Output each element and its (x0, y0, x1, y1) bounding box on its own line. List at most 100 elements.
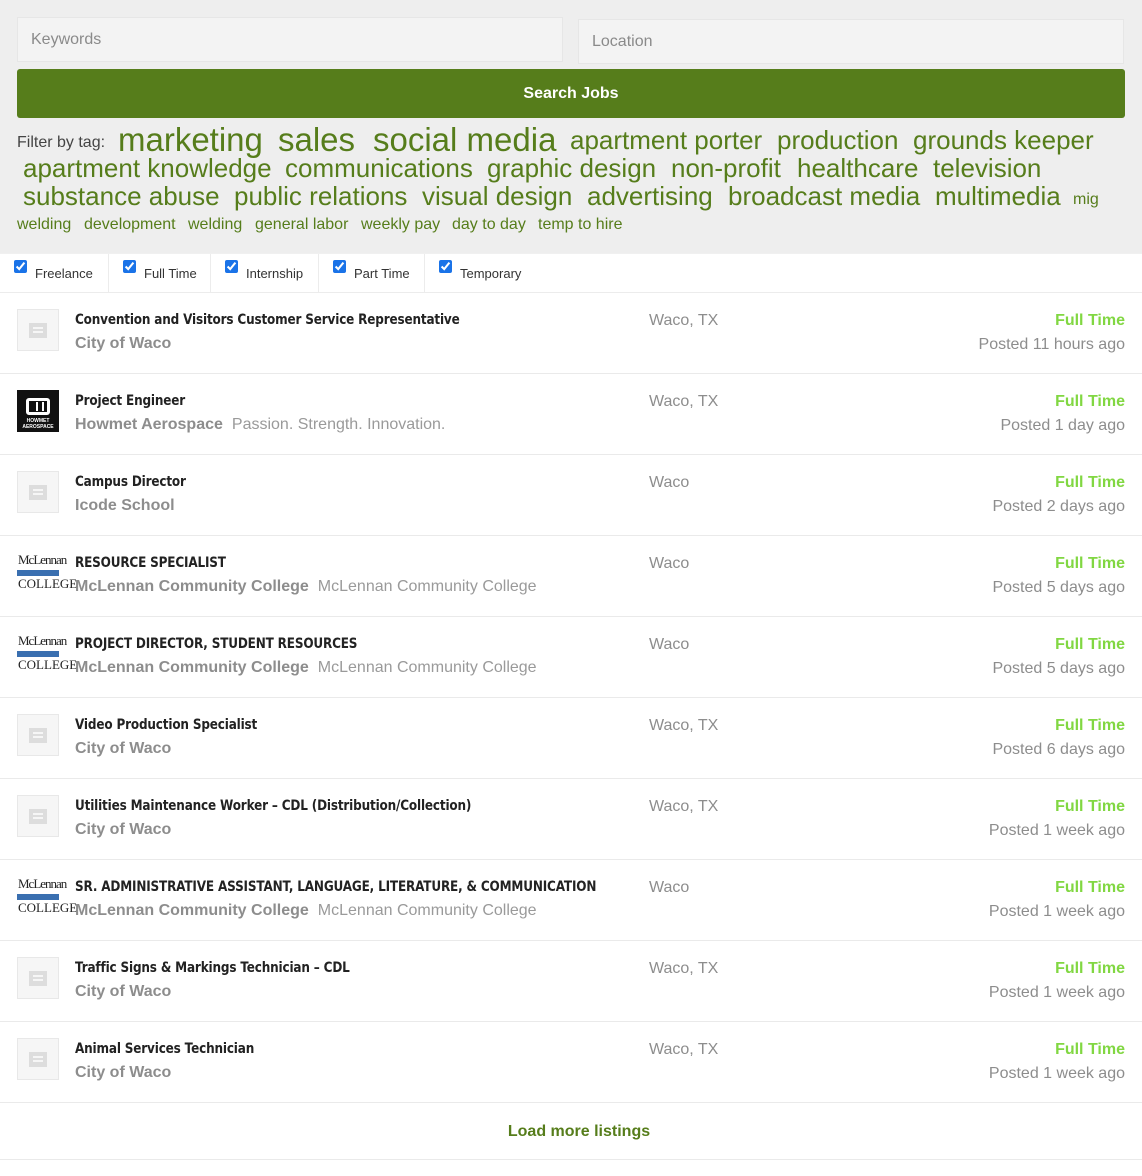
company-name: City of Waco (75, 740, 171, 758)
tag-welding-2[interactable]: welding (188, 216, 242, 234)
load-more-listings-link[interactable]: Load more listings (508, 1123, 650, 1141)
tag-welding[interactable]: welding (17, 216, 71, 234)
company-label: City of Waco (75, 983, 172, 1000)
tag-day-to-day[interactable]: day to day (452, 216, 526, 234)
job-listing-row[interactable]: HOWMET AEROSPACE Project Engineer Howmet A… (0, 374, 1142, 455)
company-name: City of Waco (75, 821, 171, 839)
company-label: Icode School (75, 497, 175, 514)
company-label: Howmet Aerospace (75, 416, 223, 433)
job-title[interactable]: RESOURCE SPECIALIST (75, 555, 226, 571)
tag-apartment-knowledge[interactable]: apartment knowledge (23, 153, 272, 184)
posted-date: Posted 2 days ago (992, 498, 1125, 515)
tag-weekly-pay[interactable]: weekly pay (361, 216, 440, 234)
tag-grounds-keeper[interactable]: grounds keeper (913, 125, 1094, 156)
mcc-logo-line2: COLLEGE (18, 900, 78, 915)
job-listing-row[interactable]: Campus Director Icode School Waco Full Time… (0, 455, 1142, 536)
tag-television[interactable]: television (933, 153, 1041, 184)
job-listing-row[interactable]: Convention and Visitors Customer Service… (0, 293, 1142, 374)
job-location: Waco (649, 474, 690, 491)
job-listing-row[interactable]: Utilities Maintenance Worker – CDL (Dist… (0, 779, 1142, 860)
job-type-filters: Freelance Full Time Internship Part Time… (0, 253, 1142, 293)
tag-substance-abuse[interactable]: substance abuse (23, 181, 220, 212)
job-location: Waco (649, 555, 690, 572)
tag-development[interactable]: development (84, 216, 176, 234)
job-location: Waco, TX (649, 312, 719, 329)
job-listing-row[interactable]: McLennan COLLEGE SR. ADMINISTRATIVE ASSIST… (0, 860, 1142, 941)
job-title[interactable]: Video Production Specialist (75, 717, 257, 733)
tag-broadcast-media[interactable]: broadcast media (728, 181, 920, 212)
job-title[interactable]: SR. ADMINISTRATIVE ASSISTANT, LANGUAGE, … (75, 879, 596, 895)
job-title[interactable]: Utilities Maintenance Worker – CDL (Dist… (75, 798, 471, 814)
job-title[interactable]: Convention and Visitors Customer Service… (75, 312, 460, 328)
company-name: Howmet Aerospace Passion. Strength. Innov… (75, 416, 445, 434)
part-time-checkbox[interactable] (333, 260, 346, 273)
company-placeholder-icon (17, 795, 59, 837)
job-type-badge: Full Time (1055, 879, 1125, 896)
company-tagline: McLennan Community College (317, 659, 537, 676)
internship-checkbox[interactable] (225, 260, 238, 273)
job-type-badge: Full Time (1055, 1041, 1125, 1058)
temporary-checkbox[interactable] (439, 260, 452, 273)
tag-production[interactable]: production (777, 125, 898, 156)
job-location: Waco (649, 879, 690, 896)
job-listing-row[interactable]: McLennan COLLEGE RESOURCE SPECIALIST McLenn… (0, 536, 1142, 617)
tag-non-profit[interactable]: non-profit (671, 153, 781, 184)
tag-healthcare[interactable]: healthcare (797, 153, 918, 184)
job-title[interactable]: Traffic Signs & Markings Technician – CD… (75, 960, 350, 976)
job-type-badge: Full Time (1055, 312, 1125, 329)
posted-date: Posted 1 week ago (988, 984, 1125, 1001)
full-time-checkbox[interactable] (123, 260, 136, 273)
job-title[interactable]: PROJECT DIRECTOR, STUDENT RESOURCES (75, 636, 357, 652)
tag-multimedia[interactable]: multimedia (935, 181, 1061, 212)
tag-communications[interactable]: communications (285, 153, 473, 184)
filter-full-time[interactable]: Full Time (109, 254, 211, 293)
company-label: McLennan Community College (75, 902, 309, 919)
job-type-badge: Full Time (1055, 636, 1125, 653)
tag-advertising[interactable]: advertising (587, 181, 713, 212)
howmet-mark-icon (26, 398, 50, 415)
tag-graphic-design[interactable]: graphic design (487, 153, 656, 184)
search-jobs-button[interactable]: Search Jobs (17, 69, 1125, 118)
tag-temp-to-hire[interactable]: temp to hire (538, 216, 622, 234)
tag-public-relations[interactable]: public relations (234, 181, 407, 212)
keywords-input[interactable] (17, 17, 563, 62)
job-title[interactable]: Animal Services Technician (75, 1041, 254, 1057)
job-type-badge: Full Time (1055, 393, 1125, 410)
job-listing-row[interactable]: McLennan COLLEGE PROJECT DIRECTOR, STUDENT… (0, 617, 1142, 698)
job-listing-row[interactable]: Traffic Signs & Markings Technician – CD… (0, 941, 1142, 1022)
job-listing-row[interactable]: Animal Services Technician City of Waco Wa… (0, 1022, 1142, 1103)
filter-label: Internship (246, 266, 304, 281)
posted-date: Posted 6 days ago (992, 741, 1125, 758)
filter-freelance[interactable]: Freelance (0, 254, 109, 293)
job-title[interactable]: Project Engineer (75, 393, 185, 409)
job-type-badge: Full Time (1055, 555, 1125, 572)
job-type-badge: Full Time (1055, 717, 1125, 734)
tag-general-labor[interactable]: general labor (255, 216, 348, 234)
job-listing-row[interactable]: Video Production Specialist City of Waco W… (0, 698, 1142, 779)
filter-part-time[interactable]: Part Time (319, 254, 425, 293)
tag-apartment-porter[interactable]: apartment porter (570, 125, 762, 156)
job-location: Waco, TX (649, 1041, 719, 1058)
tag-mig[interactable]: mig (1073, 191, 1099, 209)
freelance-checkbox[interactable] (14, 260, 27, 273)
posted-date: Posted 5 days ago (992, 660, 1125, 677)
howmet-logo: HOWMET AEROSPACE (17, 390, 59, 432)
tag-visual-design[interactable]: visual design (422, 181, 572, 212)
filter-temporary[interactable]: Temporary (425, 254, 535, 293)
mcc-logo-line1: McLennan (18, 552, 67, 567)
location-input[interactable] (578, 19, 1124, 64)
filter-internship[interactable]: Internship (211, 254, 319, 293)
company-placeholder-icon (17, 309, 59, 351)
job-title[interactable]: Campus Director (75, 474, 186, 490)
company-placeholder-icon (17, 714, 59, 756)
filter-label: Temporary (460, 266, 522, 281)
mcc-logo-line1: McLennan (18, 633, 67, 648)
howmet-logo-text: HOWMET AEROSPACE (22, 418, 54, 430)
posted-date: Posted 11 hours ago (978, 336, 1125, 353)
posted-date: Posted 1 day ago (1000, 417, 1125, 434)
job-type-badge: Full Time (1055, 474, 1125, 491)
company-label: McLennan Community College (75, 578, 309, 595)
company-tagline: McLennan Community College (317, 902, 537, 919)
company-tagline: McLennan Community College (317, 578, 537, 595)
company-label: City of Waco (75, 1064, 172, 1081)
